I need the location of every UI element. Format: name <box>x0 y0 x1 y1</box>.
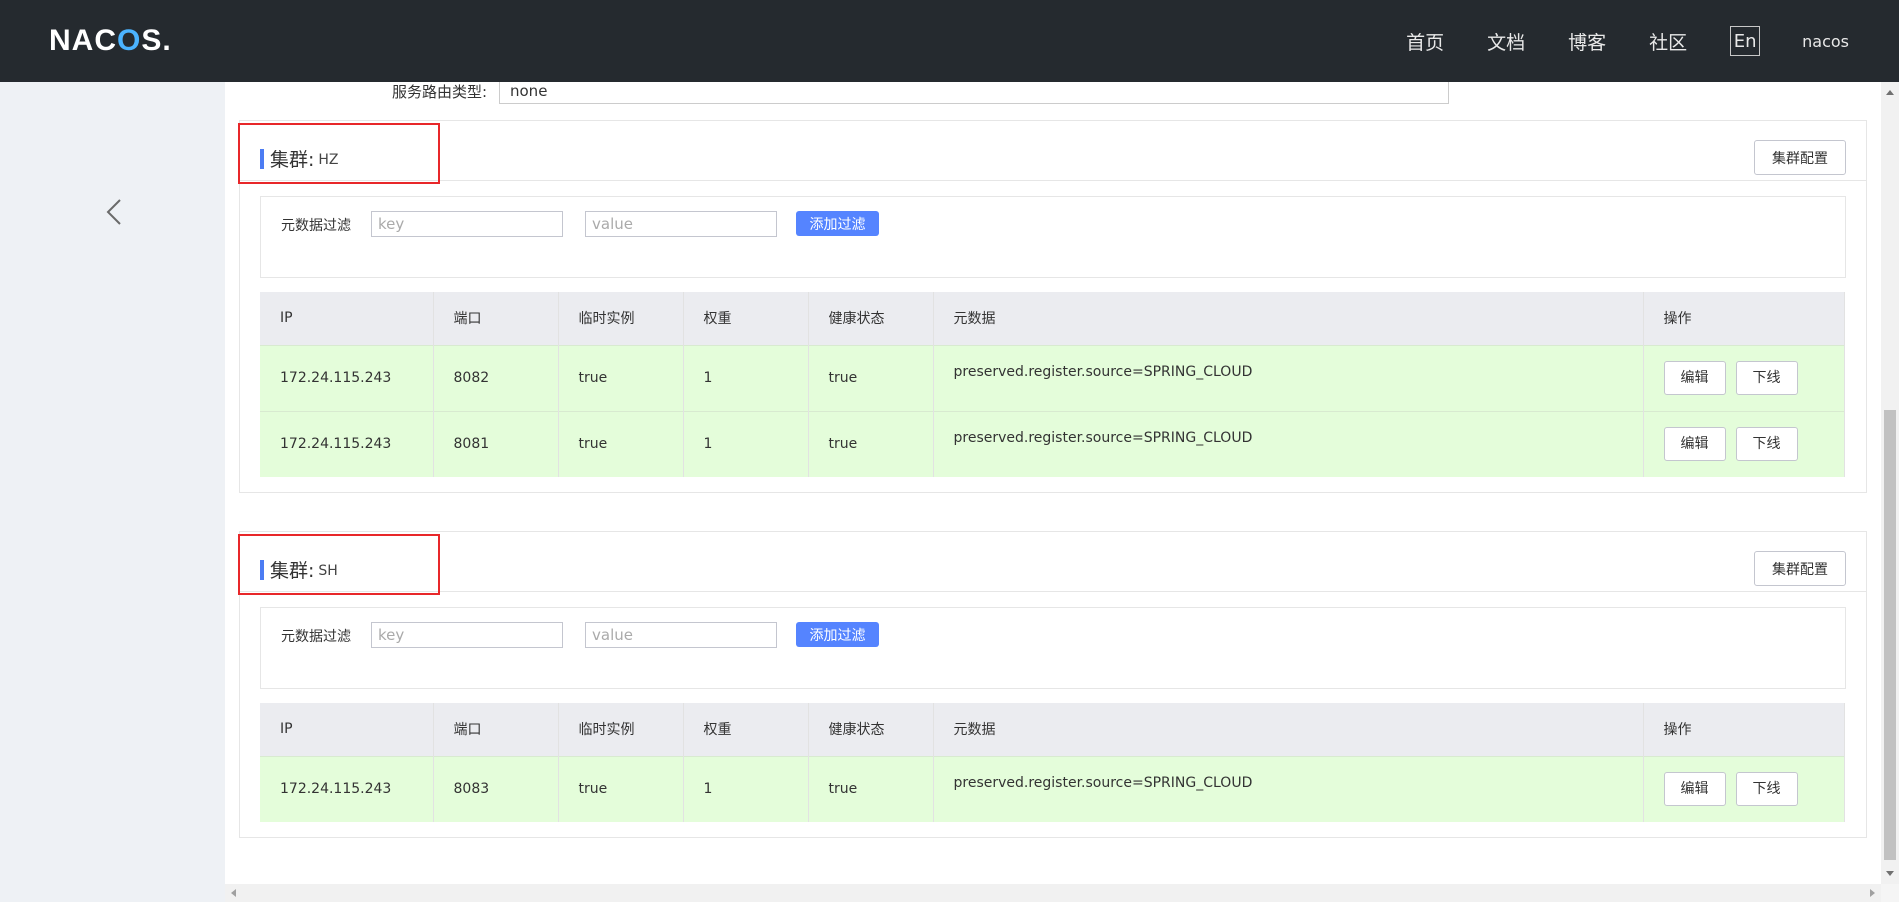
cell-health: true <box>808 344 934 411</box>
edit-button[interactable]: 编辑 <box>1663 427 1726 462</box>
language-toggle-button[interactable]: En <box>1730 26 1761 56</box>
vertical-scrollbar[interactable] <box>1881 82 1899 884</box>
metadata-filter: 元数据过滤 key value 添加过滤 <box>260 607 1846 689</box>
cluster-header: 集群: HZ 集群配置 <box>238 121 1866 184</box>
table-row: 172.24.115.243 8081 true 1 true preserve… <box>260 410 1845 477</box>
col-health: 健康状态 <box>808 292 934 345</box>
scroll-right-arrow-icon[interactable] <box>1870 889 1875 897</box>
cell-ip: 172.24.115.243 <box>260 344 434 411</box>
filter-key-input[interactable]: key <box>371 622 563 648</box>
cell-health: true <box>808 755 934 822</box>
route-type-input[interactable]: none <box>499 82 1449 104</box>
route-type-row: 服务路由类型: none <box>375 82 1449 104</box>
col-health: 健康状态 <box>808 703 934 756</box>
filter-value-input[interactable]: value <box>585 622 777 648</box>
cell-actions: 编辑 下线 <box>1643 410 1845 477</box>
filter-value-input[interactable]: value <box>585 211 777 237</box>
cell-weight: 1 <box>683 755 809 822</box>
highlight-box <box>238 123 440 184</box>
cell-port: 8082 <box>433 344 559 411</box>
cell-port: 8081 <box>433 410 559 477</box>
metadata-filter-label: 元数据过滤 <box>281 218 351 234</box>
col-metadata: 元数据 <box>933 703 1644 756</box>
cell-weight: 1 <box>683 410 809 477</box>
cell-health: true <box>808 410 934 477</box>
table-row: 172.24.115.243 8083 true 1 true preserve… <box>260 755 1845 822</box>
nav-blog[interactable]: 博客 <box>1568 28 1606 55</box>
col-ephemeral: 临时实例 <box>558 292 684 345</box>
cell-ephemeral: true <box>558 410 684 477</box>
metadata-filter: 元数据过滤 key value 添加过滤 <box>260 196 1846 278</box>
col-ip: IP <box>260 703 434 756</box>
route-type-label: 服务路由类型: <box>391 82 487 101</box>
edit-button[interactable]: 编辑 <box>1663 772 1726 807</box>
back-arrow-icon[interactable] <box>102 194 126 230</box>
metadata-filter-label: 元数据过滤 <box>281 629 351 645</box>
col-port: 端口 <box>433 292 559 345</box>
cluster-panel-sh: 集群: SH 集群配置 元数据过滤 key value 添加过滤 IP 端口 临… <box>238 531 1867 838</box>
table-row: 172.24.115.243 8082 true 1 true preserve… <box>260 344 1845 411</box>
cell-actions: 编辑 下线 <box>1643 755 1845 822</box>
scroll-left-arrow-icon[interactable] <box>231 889 236 897</box>
add-filter-button[interactable]: 添加过滤 <box>796 211 879 236</box>
instance-table: IP 端口 临时实例 权重 健康状态 元数据 操作 172.24.115.243… <box>260 703 1845 822</box>
col-actions: 操作 <box>1643 703 1845 756</box>
cell-actions: 编辑 下线 <box>1643 344 1845 411</box>
col-weight: 权重 <box>683 703 809 756</box>
cell-ip: 172.24.115.243 <box>260 410 434 477</box>
cell-metadata: preserved.register.source=SPRING_CLOUD <box>933 344 1644 411</box>
cell-port: 8083 <box>433 755 559 822</box>
col-actions: 操作 <box>1643 292 1845 345</box>
offline-button[interactable]: 下线 <box>1735 772 1798 807</box>
cell-ip: 172.24.115.243 <box>260 755 434 822</box>
table-header-row: IP 端口 临时实例 权重 健康状态 元数据 操作 <box>260 292 1845 345</box>
col-port: 端口 <box>433 703 559 756</box>
offline-button[interactable]: 下线 <box>1735 427 1798 462</box>
edit-button[interactable]: 编辑 <box>1663 361 1726 395</box>
cluster-config-button[interactable]: 集群配置 <box>1754 551 1846 586</box>
nacos-logo[interactable]: NACOS. <box>49 24 172 58</box>
col-ip: IP <box>260 292 434 345</box>
scrollbar-thumb[interactable] <box>1884 410 1896 860</box>
top-nav: 首页 文档 博客 社区 En nacos <box>1406 0 1899 82</box>
col-ephemeral: 临时实例 <box>558 703 684 756</box>
cluster-panel-hz: 集群: HZ 集群配置 元数据过滤 key value 添加过滤 IP 端口 临… <box>238 120 1867 493</box>
cell-ephemeral: true <box>558 755 684 822</box>
cluster-config-button[interactable]: 集群配置 <box>1754 140 1846 175</box>
left-sidebar <box>0 82 225 902</box>
cell-metadata: preserved.register.source=SPRING_CLOUD <box>933 755 1644 822</box>
nav-community[interactable]: 社区 <box>1649 28 1687 55</box>
top-navbar: NACOS. 首页 文档 博客 社区 En nacos <box>0 0 1899 82</box>
cell-metadata: preserved.register.source=SPRING_CLOUD <box>933 410 1644 477</box>
nav-docs[interactable]: 文档 <box>1487 28 1525 55</box>
filter-key-input[interactable]: key <box>371 211 563 237</box>
add-filter-button[interactable]: 添加过滤 <box>796 622 879 647</box>
horizontal-scrollbar[interactable] <box>225 884 1881 902</box>
offline-button[interactable]: 下线 <box>1735 361 1798 395</box>
table-header-row: IP 端口 临时实例 权重 健康状态 元数据 操作 <box>260 703 1845 756</box>
cell-weight: 1 <box>683 344 809 411</box>
scroll-down-arrow-icon[interactable] <box>1886 871 1894 876</box>
nav-home[interactable]: 首页 <box>1406 28 1444 55</box>
col-metadata: 元数据 <box>933 292 1644 345</box>
user-name[interactable]: nacos <box>1802 32 1849 51</box>
col-weight: 权重 <box>683 292 809 345</box>
scroll-up-arrow-icon[interactable] <box>1886 90 1894 95</box>
instance-table: IP 端口 临时实例 权重 健康状态 元数据 操作 172.24.115.243… <box>260 292 1845 477</box>
cluster-header: 集群: SH 集群配置 <box>238 532 1866 595</box>
highlight-box <box>238 534 440 595</box>
main-content: 服务路由类型: none 集群: HZ 集群配置 元数据过滤 key value… <box>225 82 1881 884</box>
cell-ephemeral: true <box>558 344 684 411</box>
